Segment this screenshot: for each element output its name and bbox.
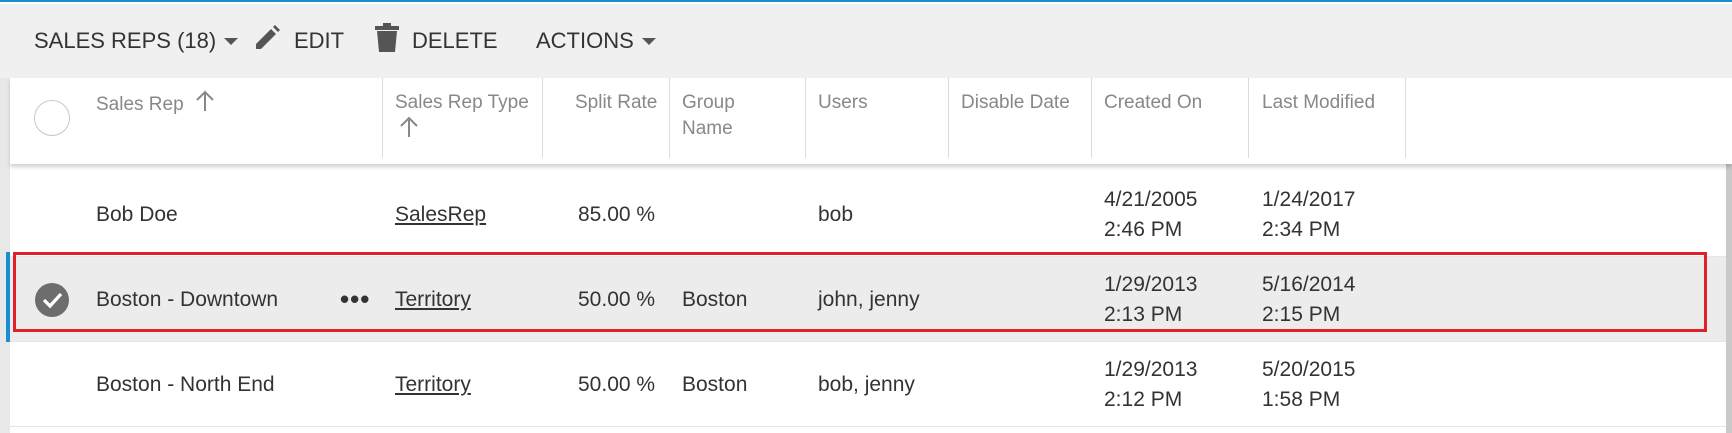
cell-group-name: Boston: [682, 372, 748, 396]
cell-users: bob, jenny: [818, 372, 915, 396]
column-header-group-name[interactable]: Group Name: [682, 78, 735, 158]
cell-sales-rep: Boston - North End: [96, 372, 275, 396]
sales-rep-type-link[interactable]: Territory: [395, 373, 471, 397]
created-date: 1/29/2013: [1104, 357, 1198, 381]
column-divider: [805, 78, 806, 158]
created-time: 2:12 PM: [1104, 387, 1183, 411]
trash-icon: [374, 23, 400, 59]
cell-split-rate: 50.00 %: [578, 287, 656, 311]
column-header-disable-date[interactable]: Disable Date: [961, 78, 1070, 158]
sales-rep-type-link[interactable]: Territory: [395, 288, 471, 312]
modified-time: 1:58 PM: [1262, 387, 1341, 411]
grid-header: Sales Rep Sales Rep Type Split Rate Grou…: [10, 78, 1732, 164]
column-header-sales-rep-type[interactable]: Sales Rep Type: [395, 78, 529, 158]
table-row[interactable]: Boston - Downtown ••• Territory 50.00 % …: [10, 257, 1726, 342]
ellipsis-icon[interactable]: •••: [340, 257, 370, 342]
column-header-label: Sales Rep Type: [395, 92, 529, 113]
toolbar: SALES REPS (18) EDIT DELETE ACTIONS: [0, 4, 1732, 78]
vertical-scrollbar[interactable]: [1726, 138, 1732, 433]
select-all-checkbox[interactable]: [34, 100, 70, 136]
column-header-users[interactable]: Users: [818, 78, 868, 158]
created-date: 1/29/2013: [1104, 272, 1198, 296]
created-time: 2:13 PM: [1104, 302, 1183, 326]
delete-label: DELETE: [412, 28, 498, 53]
cell-created-on: 1/29/2013 2:12 PM: [1104, 342, 1197, 427]
column-header-label: Users: [818, 92, 868, 113]
column-header-created-on[interactable]: Created On: [1104, 78, 1202, 158]
chevron-down-icon: [224, 37, 239, 45]
column-header-label: Sales Rep: [96, 94, 184, 116]
column-divider: [382, 78, 383, 158]
modified-date: 5/20/2015: [1262, 357, 1356, 381]
chevron-down-icon: [641, 37, 656, 45]
cell-sales-rep-type: SalesRep: [395, 172, 486, 257]
created-time: 2:46 PM: [1104, 217, 1183, 241]
sales-reps-view: SALES REPS (18) EDIT DELETE ACTIONS Sale…: [0, 0, 1732, 433]
column-divider: [542, 78, 543, 158]
cell-group-name: Boston: [682, 287, 748, 311]
column-header-label: Disable Date: [961, 92, 1070, 113]
cell-split-rate: 50.00 %: [578, 372, 656, 396]
column-header-split-rate[interactable]: Split Rate: [575, 78, 657, 158]
edit-label: EDIT: [294, 28, 345, 53]
edit-button[interactable]: EDIT: [252, 4, 344, 78]
column-header-label: Created On: [1104, 92, 1203, 113]
modified-time: 2:34 PM: [1262, 217, 1341, 241]
cell-last-modified: 1/24/2017 2:34 PM: [1262, 172, 1355, 257]
column-header-label: Split Rate: [575, 92, 658, 113]
modified-date: 1/24/2017: [1262, 187, 1356, 211]
arrow-up-icon: [399, 116, 419, 146]
cell-last-modified: 5/20/2015 1:58 PM: [1262, 342, 1355, 427]
cell-users: bob: [818, 202, 854, 226]
modified-date: 5/16/2014: [1262, 272, 1356, 296]
column-divider: [948, 78, 949, 158]
column-header-label: Last Modified: [1262, 92, 1376, 113]
column-header-sales-rep[interactable]: Sales Rep: [96, 78, 215, 158]
modified-time: 2:15 PM: [1262, 302, 1341, 326]
actions-dropdown[interactable]: ACTIONS: [536, 4, 656, 78]
cell-sales-rep: Boston - Downtown: [96, 287, 279, 311]
actions-label: ACTIONS: [536, 28, 634, 53]
arrow-up-icon: [195, 90, 215, 120]
column-divider: [1091, 78, 1092, 158]
table-row[interactable]: Boston - North End Territory 50.00 % Bos…: [10, 342, 1726, 427]
cell-sales-rep-type: Territory: [395, 342, 471, 427]
column-header-label: Name: [682, 118, 733, 139]
cell-split-rate: 85.00 %: [578, 202, 656, 226]
check-circle-icon[interactable]: [35, 283, 69, 317]
sales-rep-type-link[interactable]: SalesRep: [395, 203, 486, 227]
column-divider: [1405, 78, 1406, 158]
column-divider: [1248, 78, 1249, 158]
table-row[interactable]: Bob Doe SalesRep 85.00 % bob 4/21/2005 2…: [10, 172, 1726, 257]
pencil-icon: [252, 23, 282, 59]
cell-sales-rep: Bob Doe: [96, 202, 178, 226]
sales-reps-label: SALES REPS (18): [34, 28, 217, 53]
created-date: 4/21/2005: [1104, 187, 1198, 211]
cell-created-on: 1/29/2013 2:13 PM: [1104, 257, 1197, 342]
column-divider: [669, 78, 670, 158]
column-header-last-modified[interactable]: Last Modified: [1262, 78, 1375, 158]
cell-sales-rep-type: Territory: [395, 257, 471, 342]
column-header-label: Group: [682, 92, 735, 113]
selected-row-indicator: [6, 252, 10, 342]
delete-button[interactable]: DELETE: [374, 4, 498, 78]
cell-users: john, jenny: [818, 287, 920, 311]
sales-reps-dropdown[interactable]: SALES REPS (18): [34, 4, 239, 78]
cell-created-on: 4/21/2005 2:46 PM: [1104, 172, 1197, 257]
cell-last-modified: 5/16/2014 2:15 PM: [1262, 257, 1355, 342]
